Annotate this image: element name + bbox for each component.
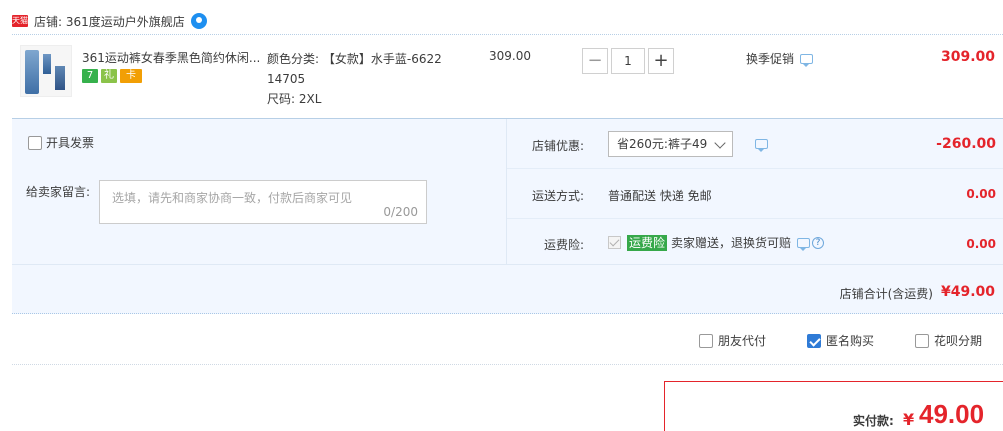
quantity-increase-button[interactable]: + bbox=[648, 48, 674, 74]
payment-summary-box: 实付款: ¥ 49.00 bbox=[664, 381, 1003, 431]
anonymous-option[interactable]: 匿名购买 bbox=[807, 332, 874, 349]
insurance-tag: 运费险 bbox=[627, 234, 668, 251]
shop-name-link[interactable]: 店铺: 361度运动户外旗舰店 bbox=[34, 13, 185, 30]
memo-char-count: 0/200 bbox=[383, 205, 418, 219]
huabei-label: 花呗分期 bbox=[934, 334, 983, 348]
shop-header: 天猫 店铺: 361度运动户外旗舰店 bbox=[12, 10, 207, 32]
memo-label: 给卖家留言: bbox=[26, 185, 91, 199]
promotion-chat-icon[interactable] bbox=[800, 53, 814, 67]
friend-pay-checkbox[interactable] bbox=[699, 333, 713, 348]
payment-options: 朋友代付 匿名购买 花呗分期 bbox=[0, 332, 1003, 354]
product-thumbnail[interactable] bbox=[20, 45, 72, 97]
invoice-label: 开具发票 bbox=[46, 136, 95, 150]
anonymous-label: 匿名购买 bbox=[826, 334, 875, 348]
divider bbox=[12, 364, 1003, 365]
shop-total-value: ¥49.00 bbox=[940, 284, 995, 300]
insurance-checkbox bbox=[608, 236, 621, 249]
unit-price: 309.00 bbox=[489, 49, 531, 63]
discount-selected-value: 省260元:裤子49 bbox=[617, 137, 708, 151]
discount-select[interactable]: 省260元:裤子49 bbox=[608, 131, 733, 157]
invoice-option[interactable]: 开具发票 bbox=[28, 134, 94, 151]
chevron-down-icon bbox=[714, 137, 726, 149]
discount-chat-icon[interactable] bbox=[755, 139, 768, 152]
jeans-image-side bbox=[55, 66, 65, 90]
shipping-row: 运送方式: 普通配送 快递 免邮 0.00 bbox=[507, 169, 1003, 219]
shipping-label: 运送方式: bbox=[531, 189, 584, 203]
pay-amount: 49.00 bbox=[919, 399, 985, 429]
quantity-input[interactable]: 1 bbox=[611, 48, 645, 74]
item-subtotal: 309.00 bbox=[940, 49, 995, 65]
pay-label: 实付款: bbox=[853, 414, 894, 428]
insurance-info: 运费险 卖家赠送，退换货可赔 ? bbox=[608, 234, 825, 251]
quantity-stepper: − 1 + bbox=[582, 48, 674, 74]
jeans-image-small bbox=[43, 54, 51, 74]
seven-day-return-icon[interactable]: 7 bbox=[82, 69, 98, 83]
order-item-row: 361运动裤女春季黑色简约休闲... 7 礼 卡 颜色分类: 【女款】水手蓝-6… bbox=[12, 34, 1003, 118]
discount-label: 店铺优惠: bbox=[531, 139, 584, 153]
huabei-option[interactable]: 花呗分期 bbox=[915, 332, 982, 349]
sku-color: 颜色分类: 【女款】水手蓝-6622 bbox=[267, 52, 442, 66]
friend-pay-option[interactable]: 朋友代付 bbox=[699, 332, 766, 349]
shop-discount-row: 店铺优惠: 省260元:裤子49 -260.00 bbox=[507, 119, 1003, 169]
quantity-decrease-button[interactable]: − bbox=[582, 48, 608, 74]
promotion-label: 换季促销 bbox=[746, 52, 795, 66]
insurance-chat-icon[interactable] bbox=[797, 237, 811, 251]
seller-memo-textarea[interactable]: 选填，请先和商家协商一致，付款后商家可见 0/200 bbox=[99, 180, 427, 224]
jeans-image-front bbox=[25, 50, 39, 94]
insurance-label: 运费险: bbox=[543, 238, 584, 252]
sku-info: 颜色分类: 【女款】水手蓝-6622 14705 尺码: 2XL bbox=[267, 49, 467, 109]
insurance-row: 运费险: 运费险 卖家赠送，退换货可赔 ? 0.00 bbox=[507, 219, 1003, 264]
sku-code: 14705 bbox=[267, 72, 306, 86]
invoice-checkbox[interactable] bbox=[28, 135, 42, 150]
insurance-amount: 0.00 bbox=[966, 237, 996, 251]
order-right-area: 店铺优惠: 省260元:裤子49 -260.00 运送方式: 普通配送 快递 免… bbox=[506, 119, 1003, 264]
memo-placeholder: 选填，请先和商家协商一致，付款后商家可见 bbox=[112, 191, 353, 205]
tmall-logo-icon: 天猫 bbox=[12, 15, 28, 27]
order-options-panel: 开具发票 给卖家留言: 选填，请先和商家协商一致，付款后商家可见 0/200 店… bbox=[12, 118, 1003, 314]
shipping-method: 普通配送 快递 免邮 bbox=[608, 189, 712, 203]
product-title-link[interactable]: 361运动裤女春季黑色简约休闲... bbox=[82, 49, 260, 66]
insurance-text: 卖家赠送，退换货可赔 bbox=[671, 236, 792, 250]
credit-card-icon[interactable]: 卡 bbox=[120, 69, 142, 83]
wangwang-chat-icon[interactable] bbox=[190, 13, 207, 29]
promotion: 换季促销 bbox=[746, 50, 814, 67]
friend-pay-label: 朋友代付 bbox=[718, 334, 767, 348]
gift-icon[interactable]: 礼 bbox=[101, 69, 117, 83]
shop-total-label: 店铺合计(含运费) bbox=[839, 287, 933, 301]
huabei-checkbox[interactable] bbox=[915, 333, 929, 348]
service-badges: 7 礼 卡 bbox=[82, 69, 142, 83]
shipping-amount: 0.00 bbox=[966, 187, 996, 201]
discount-amount: -260.00 bbox=[936, 136, 996, 152]
anonymous-checkbox[interactable] bbox=[807, 333, 821, 348]
order-left-area: 开具发票 给卖家留言: 选填，请先和商家协商一致，付款后商家可见 0/200 bbox=[12, 119, 506, 264]
pay-currency: ¥ bbox=[903, 410, 915, 429]
help-icon[interactable]: ? bbox=[812, 236, 825, 249]
sku-size: 尺码: 2XL bbox=[267, 92, 322, 106]
shop-total-row: 店铺合计(含运费) ¥49.00 bbox=[12, 264, 1003, 315]
